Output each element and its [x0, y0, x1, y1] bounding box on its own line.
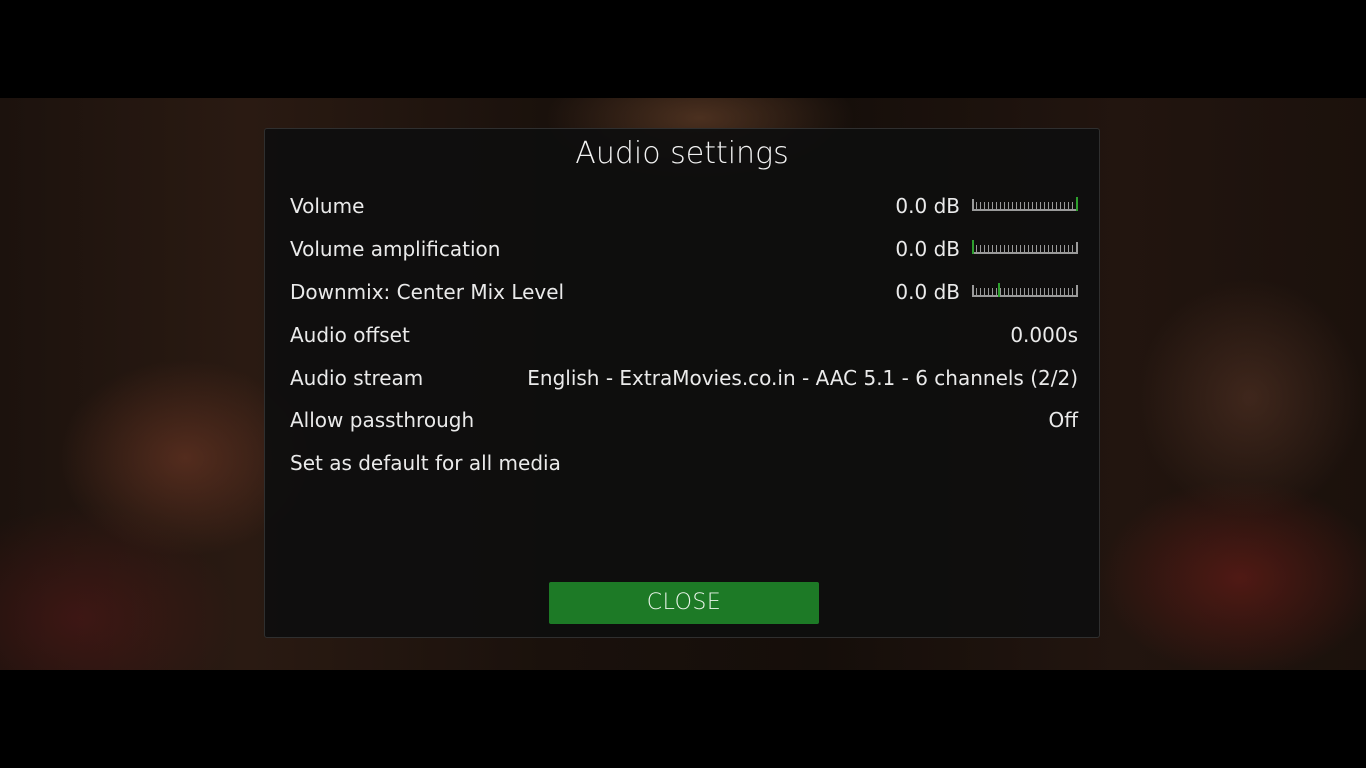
setting-value: 0.0 dB: [895, 237, 960, 262]
setting-set-default[interactable]: Set as default for all media: [290, 442, 1078, 485]
setting-volume[interactable]: Volume 0.0 dB: [290, 185, 1078, 228]
slider-track: [972, 294, 1078, 297]
volume-amplification-slider[interactable]: [972, 240, 1078, 256]
setting-label: Allow passthrough: [290, 408, 475, 433]
setting-control: 0.0 dB: [895, 237, 1078, 261]
setting-label: Audio offset: [290, 322, 410, 347]
setting-volume-amplification[interactable]: Volume amplification 0.0 dB: [290, 228, 1078, 271]
center-mix-slider[interactable]: [972, 282, 1078, 299]
setting-label: Volume amplification: [290, 237, 501, 262]
setting-value: 0.0 dB: [895, 279, 960, 304]
slider-knob[interactable]: [998, 282, 1000, 297]
setting-value: English - ExtraMovies.co.in - AAC 5.1 - …: [527, 365, 1078, 390]
slider-end-right: [1076, 242, 1078, 255]
setting-label: Set as default for all media: [290, 451, 561, 476]
slider-end-left: [972, 284, 974, 297]
slider-track: [972, 252, 1078, 255]
slider-track: [972, 209, 1078, 212]
setting-center-mix-level[interactable]: Downmix: Center Mix Level 0.0 dB: [290, 271, 1078, 314]
slider-knob[interactable]: [972, 240, 974, 255]
dialog-title: Audio settings: [575, 136, 789, 171]
setting-label: Audio stream: [290, 365, 424, 390]
settings-list: Volume 0.0 dB Volume amplification 0.0 d…: [290, 185, 1078, 485]
media-player-screen: Audio settings Volume 0.0 dB Volume ampl…: [0, 0, 1366, 768]
setting-control: 0.0 dB: [895, 194, 1078, 218]
setting-label: Volume: [290, 194, 365, 219]
close-button[interactable]: CLOSE: [549, 582, 819, 624]
setting-audio-stream[interactable]: Audio stream English - ExtraMovies.co.in…: [290, 356, 1078, 399]
slider-end-left: [972, 199, 974, 212]
slider-ticks: [972, 245, 1078, 253]
slider-ticks: [972, 202, 1078, 210]
slider-ticks: [972, 287, 1078, 295]
setting-label: Downmix: Center Mix Level: [290, 279, 565, 304]
setting-value: 0.0 dB: [895, 194, 960, 219]
setting-value: 0.000s: [1010, 322, 1078, 347]
slider-knob[interactable]: [1076, 197, 1078, 212]
setting-value: Off: [1048, 408, 1078, 433]
setting-allow-passthrough[interactable]: Allow passthrough Off: [290, 399, 1078, 442]
setting-audio-offset[interactable]: Audio offset 0.000s: [290, 313, 1078, 356]
setting-control: 0.0 dB: [895, 280, 1078, 304]
slider-end-right: [1076, 284, 1078, 297]
volume-slider[interactable]: [972, 197, 1078, 213]
